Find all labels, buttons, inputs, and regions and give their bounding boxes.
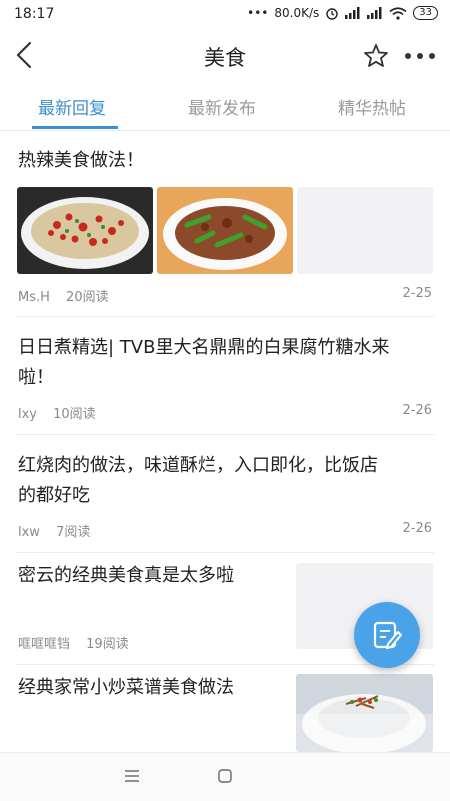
- wifi-icon: [389, 6, 407, 20]
- post-title-line: 红烧肉的做法，味道酥烂，入口即化，比饭店: [18, 455, 378, 476]
- tab-featured[interactable]: 精华热帖: [338, 94, 406, 119]
- more-icon[interactable]: [400, 42, 440, 70]
- menu-icon[interactable]: [125, 770, 139, 782]
- tab-indicator: [32, 126, 118, 129]
- food-image-chili-fish: [17, 187, 153, 274]
- post-meta: Ms.H 20阅读: [18, 286, 109, 305]
- tab-latest-reply[interactable]: 最新回复: [38, 94, 106, 119]
- post-title: 经典家常小炒菜谱美食做法: [18, 677, 234, 698]
- dots-icon: •••: [247, 6, 269, 20]
- status-time: 18:17: [14, 6, 55, 22]
- signal-icon-2: [367, 7, 382, 19]
- post-meta: lxy 10阅读: [18, 403, 96, 422]
- compose-button[interactable]: [354, 602, 420, 668]
- list-item[interactable]: 红烧肉的做法，味道酥烂，入口即化，比饭店 的都好吃 lxw 7阅读 2-26: [0, 435, 450, 551]
- alarm-icon: [326, 8, 338, 20]
- post-title: 热辣美食做法！: [18, 150, 144, 171]
- post-date: 2-26: [402, 403, 432, 418]
- tab-bar: 最新回复 最新发布 精华热帖: [0, 84, 450, 131]
- post-reads: 10阅读: [53, 407, 96, 422]
- image-placeholder: [297, 187, 433, 274]
- post-reads: 19阅读: [86, 637, 129, 652]
- network-speed: 80.0K/s: [274, 6, 320, 20]
- post-date: 2-25: [402, 286, 432, 301]
- post-author: 哐哐哐铛: [18, 637, 71, 652]
- star-icon[interactable]: [362, 42, 390, 70]
- status-bar: 18:17 ••• 80.0K/s 33: [0, 0, 450, 30]
- nav-bar: 美食: [0, 30, 450, 80]
- tab-latest-post[interactable]: 最新发布: [188, 94, 256, 119]
- battery-indicator: 33: [413, 6, 438, 20]
- post-title: 红烧肉的做法，味道酥烂，入口即化，比饭店 的都好吃: [18, 451, 438, 511]
- post-author: Ms.H: [18, 290, 50, 305]
- post-title-line: 日日煮精选| TVB里大名鼎鼎的白果腐竹糖水来: [18, 337, 390, 358]
- list-item[interactable]: 日日煮精选| TVB里大名鼎鼎的白果腐竹糖水来 啦！ lxy 10阅读 2-26: [0, 317, 450, 433]
- system-nav-bar: [0, 752, 450, 801]
- post-date: 2-26: [402, 521, 432, 536]
- home-icon[interactable]: [218, 769, 232, 783]
- post-title: 日日煮精选| TVB里大名鼎鼎的白果腐竹糖水来 啦！: [18, 333, 438, 393]
- post-author: lxy: [18, 407, 37, 422]
- post-title: 密云的经典美食真是太多啦: [18, 565, 234, 586]
- post-reads: 7阅读: [56, 525, 91, 540]
- list-item[interactable]: 经典家常小炒菜谱美食做法: [0, 665, 450, 752]
- post-title-line: 啦！: [18, 367, 54, 388]
- post-author: lxw: [18, 525, 40, 540]
- list-item[interactable]: 热辣美食做法！ Ms.H 20阅读 2-25: [0, 130, 450, 316]
- post-meta: 哐哐哐铛 19阅读: [18, 633, 129, 652]
- edit-icon: [373, 621, 402, 649]
- signal-icon: [345, 7, 360, 19]
- post-reads: 20阅读: [66, 290, 109, 305]
- status-icons: ••• 80.0K/s 33: [247, 6, 438, 20]
- post-title-line: 的都好吃: [18, 485, 90, 506]
- food-image-stir-fry: [157, 187, 293, 274]
- food-image-plated-dish: [296, 674, 433, 752]
- post-meta: lxw 7阅读: [18, 521, 90, 540]
